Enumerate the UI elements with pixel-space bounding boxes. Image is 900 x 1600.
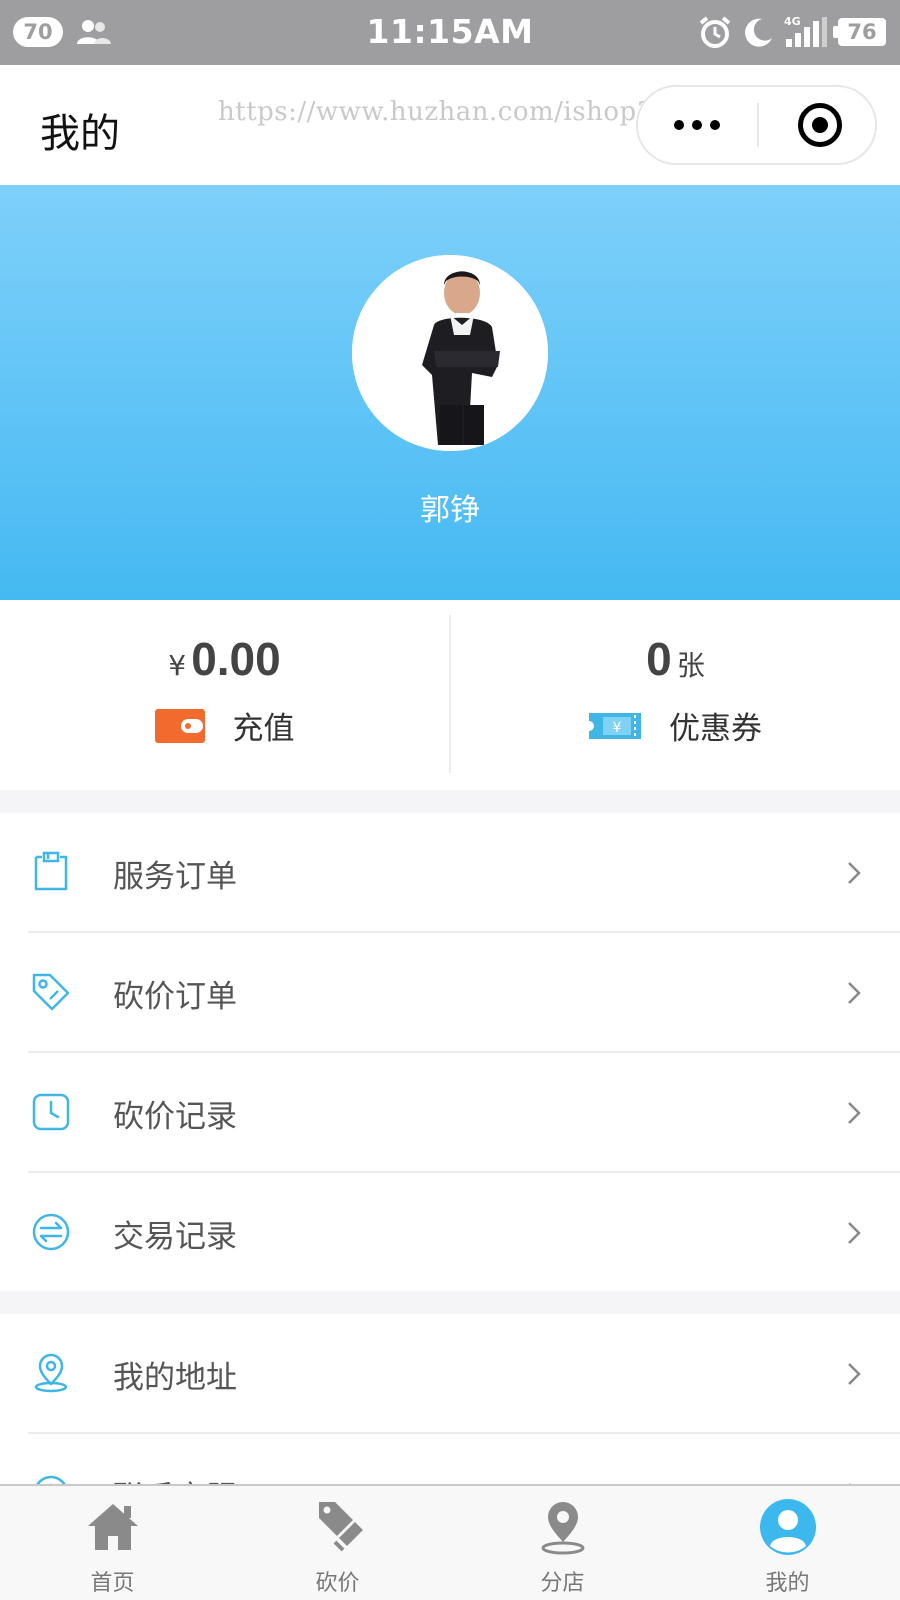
more-menu-button[interactable] bbox=[638, 87, 756, 163]
coupon-button[interactable]: ¥ 优惠券 bbox=[451, 703, 900, 748]
store-location-icon bbox=[541, 1502, 585, 1555]
home-icon bbox=[88, 1504, 138, 1550]
battery-icon: 76 bbox=[833, 18, 886, 46]
recharge-button[interactable]: 充值 bbox=[0, 703, 449, 748]
coupon-unit: 张 bbox=[676, 649, 705, 682]
coupon-count: 0 bbox=[646, 633, 672, 685]
currency-symbol: ¥ bbox=[168, 649, 187, 682]
menu-group-misc: 我的地址 联系客服 bbox=[0, 1314, 900, 1516]
menu-item-my-address[interactable]: 我的地址 bbox=[0, 1314, 900, 1434]
recharge-label: 充值 bbox=[232, 711, 295, 747]
menu-label: 服务订单 bbox=[113, 859, 237, 895]
chevron-right-icon bbox=[848, 1102, 861, 1124]
coupon-card[interactable]: 0 张 ¥ 优惠券 bbox=[451, 600, 900, 790]
tab-label: 分店 bbox=[540, 1571, 585, 1596]
exchange-icon bbox=[32, 1213, 70, 1251]
balance-value: ¥ 0.00 bbox=[0, 632, 449, 686]
coupon-value: 0 张 bbox=[451, 632, 900, 686]
balance-amount: 0.00 bbox=[191, 633, 281, 685]
menu-label: 交易记录 bbox=[113, 1219, 237, 1255]
signal-icon: 4G bbox=[784, 15, 828, 49]
tab-mine[interactable]: 我的 bbox=[675, 1486, 900, 1600]
menu-label: 砍价订单 bbox=[113, 979, 237, 1015]
moon-icon bbox=[745, 18, 772, 47]
user-photo bbox=[352, 255, 548, 451]
bottom-tab-bar: 首页 砍价 分店 我的 bbox=[0, 1484, 900, 1600]
alarm-icon bbox=[699, 16, 731, 48]
page-title: 我的 bbox=[40, 111, 120, 157]
user-name: 郭铮 bbox=[420, 493, 480, 528]
chevron-right-icon bbox=[848, 1222, 861, 1244]
user-icon bbox=[760, 1499, 816, 1555]
menu-item-service-orders[interactable]: 服务订单 bbox=[0, 813, 900, 933]
clock-icon bbox=[32, 1093, 70, 1131]
avatar[interactable] bbox=[352, 255, 548, 451]
tab-label: 首页 bbox=[90, 1571, 135, 1596]
menu-group-orders: 服务订单 砍价订单 砍价记录 交易记录 bbox=[0, 813, 900, 1291]
menu-label: 砍价记录 bbox=[113, 1099, 237, 1135]
stats-panel: ¥ 0.00 充值 0 张 ¥ 优惠券 bbox=[0, 600, 900, 790]
tag-icon bbox=[319, 1502, 363, 1552]
nav-header: 我的 https://www.huzhan.com/ishop30170 bbox=[0, 65, 900, 185]
menu-item-transaction-records[interactable]: 交易记录 bbox=[0, 1173, 900, 1293]
svg-text:¥: ¥ bbox=[613, 720, 622, 736]
chevron-right-icon bbox=[848, 1363, 861, 1385]
tab-branch[interactable]: 分店 bbox=[450, 1486, 675, 1600]
balance-card[interactable]: ¥ 0.00 充值 bbox=[0, 600, 449, 790]
status-bar: 70 11:15AM 4G 76 bbox=[0, 0, 900, 65]
coupon-icon: ¥ bbox=[589, 712, 641, 739]
menu-item-bargain-orders[interactable]: 砍价订单 bbox=[0, 933, 900, 1053]
location-pin-icon bbox=[34, 1353, 68, 1393]
tab-label: 砍价 bbox=[315, 1571, 360, 1596]
price-tag-icon bbox=[32, 973, 70, 1011]
coupon-label: 优惠券 bbox=[669, 711, 762, 747]
menu-label: 我的地址 bbox=[113, 1360, 237, 1396]
mini-program-capsule bbox=[636, 85, 877, 165]
wallet-icon bbox=[154, 708, 205, 743]
menu-item-bargain-records[interactable]: 砍价记录 bbox=[0, 1053, 900, 1173]
profile-banner: 郭铮 bbox=[0, 185, 900, 600]
chevron-right-icon bbox=[848, 982, 861, 1004]
tab-label: 我的 bbox=[765, 1571, 810, 1596]
tab-home[interactable]: 首页 bbox=[0, 1486, 225, 1600]
close-target-icon[interactable] bbox=[798, 103, 842, 147]
clipboard-icon bbox=[34, 851, 68, 891]
tab-bargain[interactable]: 砍价 bbox=[225, 1486, 450, 1600]
capsule-divider bbox=[757, 103, 759, 147]
chevron-right-icon bbox=[848, 862, 861, 884]
